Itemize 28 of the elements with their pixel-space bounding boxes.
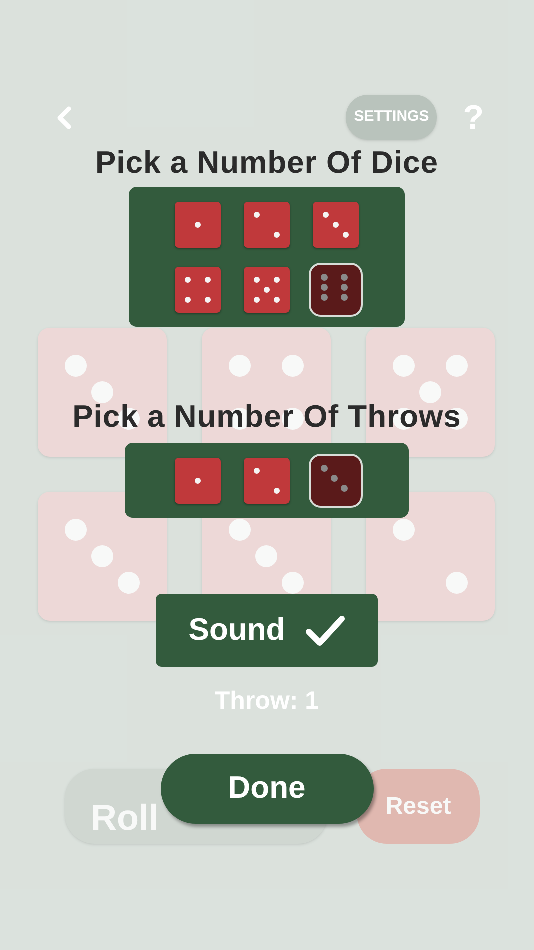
die-option[interactable] xyxy=(313,202,359,248)
pips-icon xyxy=(254,212,280,238)
pips-icon xyxy=(65,519,140,594)
pips-icon xyxy=(185,276,211,302)
pips-icon xyxy=(195,222,201,228)
pips-icon xyxy=(254,276,280,302)
dice-picker-title: Pick a Number Of Dice xyxy=(95,145,438,181)
sound-toggle[interactable]: Sound xyxy=(156,594,378,667)
pips-icon xyxy=(254,468,280,494)
done-button[interactable]: Done xyxy=(160,754,374,824)
die-option[interactable] xyxy=(244,458,290,504)
pips-icon xyxy=(229,519,304,594)
pips-icon xyxy=(65,355,140,430)
die-option[interactable] xyxy=(244,202,290,248)
throws-picker-title: Pick a Number Of Throws xyxy=(72,399,462,435)
pips-icon xyxy=(393,519,468,594)
die-option[interactable] xyxy=(244,266,290,312)
help-button[interactable]: ? xyxy=(463,100,484,134)
checkmark-icon xyxy=(305,614,346,646)
die-option[interactable] xyxy=(309,262,363,316)
die-option[interactable] xyxy=(175,266,221,312)
reset-button[interactable]: Reset xyxy=(357,769,480,844)
pips-icon xyxy=(320,274,348,301)
pips-icon xyxy=(320,465,348,492)
pips-icon xyxy=(195,478,201,484)
pips-icon xyxy=(323,212,349,238)
die-option[interactable] xyxy=(309,454,363,508)
settings-button[interactable]: SETTINGS xyxy=(346,95,438,140)
